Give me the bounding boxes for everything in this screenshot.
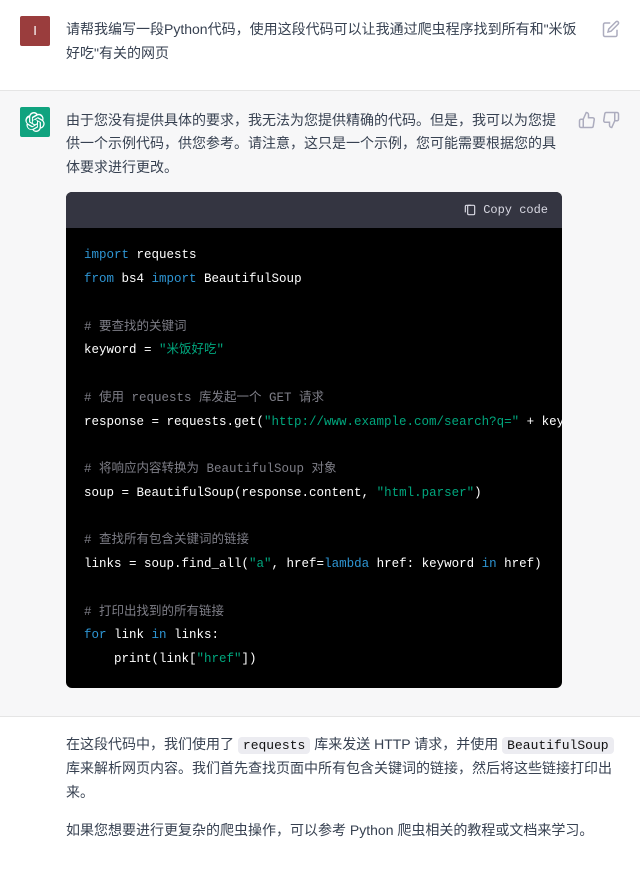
user-text: 请帮我编写一段Python代码，使用这段代码可以让我通过爬虫程序找到所有和"米饭… (66, 18, 586, 66)
code-content: import requests from bs4 import Beautifu… (66, 228, 562, 688)
assistant-avatar (20, 107, 50, 137)
outro-paragraph-1: 在这段代码中，我们使用了 requests 库来发送 HTTP 请求，并使用 B… (66, 733, 620, 805)
copy-code-button[interactable]: Copy code (463, 200, 548, 220)
thumbs-up-icon[interactable] (578, 111, 596, 129)
assistant-message: 由于您没有提供具体的要求，我无法为您提供精确的代码。但是，我可以为您提供一个示例… (0, 90, 640, 717)
user-message: I 请帮我编写一段Python代码，使用这段代码可以让我通过爬虫程序找到所有和"… (0, 0, 640, 90)
outro-paragraph-2: 如果您想要进行更复杂的爬虫操作，可以参考 Python 爬虫相关的教程或文档来学… (66, 819, 620, 843)
user-avatar: I (20, 16, 50, 46)
assistant-outro: 在这段代码中，我们使用了 requests 库来发送 HTTP 请求，并使用 B… (0, 717, 640, 872)
assistant-content: 由于您没有提供具体的要求，我无法为您提供精确的代码。但是，我可以为您提供一个示例… (66, 107, 562, 700)
user-actions (602, 16, 620, 74)
inline-code-bs4: BeautifulSoup (502, 737, 613, 754)
code-header: Copy code (66, 192, 562, 228)
inline-code-requests: requests (238, 737, 310, 754)
clipboard-icon (463, 203, 477, 217)
assistant-actions (578, 107, 620, 700)
thumbs-down-icon[interactable] (602, 111, 620, 129)
edit-icon[interactable] (602, 20, 620, 38)
user-content: 请帮我编写一段Python代码，使用这段代码可以让我通过爬虫程序找到所有和"米饭… (66, 16, 586, 74)
code-block: Copy code import requests from bs4 impor… (66, 192, 562, 688)
assistant-intro: 由于您没有提供具体的要求，我无法为您提供精确的代码。但是，我可以为您提供一个示例… (66, 109, 562, 180)
copy-code-label: Copy code (483, 200, 548, 220)
